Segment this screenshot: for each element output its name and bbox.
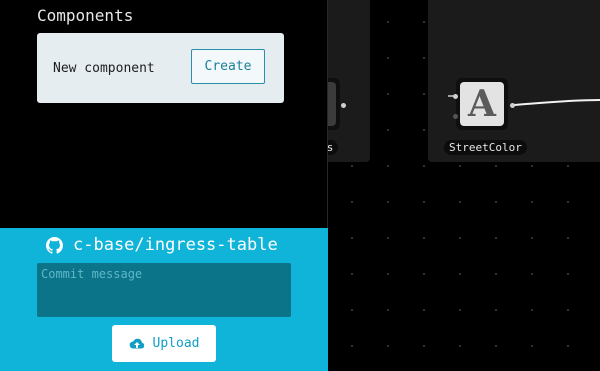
letter-a-icon: A (460, 82, 504, 126)
node-label: StreetColor (444, 140, 527, 155)
github-icon (46, 236, 63, 254)
cloud-upload-icon (129, 338, 144, 348)
new-component-label: New component (53, 61, 155, 76)
upload-button[interactable]: Upload (112, 325, 216, 362)
github-panel: c-base/ingress-table Upload (0, 228, 328, 371)
outport[interactable] (510, 103, 515, 108)
components-title: Components (37, 6, 134, 25)
graph-node[interactable]: A (456, 78, 508, 130)
commit-message-input[interactable] (37, 263, 291, 317)
create-button[interactable]: Create (191, 49, 265, 84)
repo-name: c-base/ingress-table (73, 235, 278, 255)
inport[interactable] (453, 114, 458, 119)
inport[interactable] (453, 94, 458, 99)
upload-label: Upload (152, 336, 200, 351)
outport[interactable] (341, 103, 346, 108)
components-panel: Components New component Create (0, 0, 328, 228)
new-component-card: New component Create (37, 33, 284, 103)
repo-header: c-base/ingress-table (46, 235, 278, 255)
